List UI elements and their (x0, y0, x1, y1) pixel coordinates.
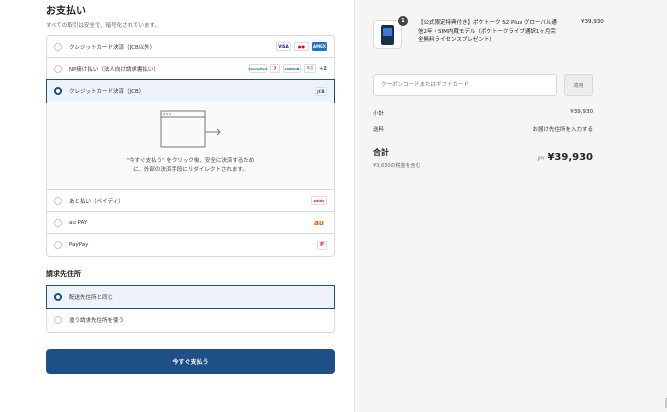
card-logos: JCB (315, 86, 327, 96)
radio-button[interactable] (54, 42, 62, 51)
subtotal-label: 小計 (373, 111, 385, 117)
total-amount: JPY ¥39,930 (515, 145, 593, 164)
payment-option-label: クレジットカード決済（JCB以外） (69, 44, 156, 51)
payment-option-label: au PAY (69, 219, 88, 226)
paidy-logos: paidy (311, 196, 327, 205)
billing-address-options: 配送先住所と同じ 違う請求先住所を使う (46, 285, 335, 333)
visa-logo: VISA (276, 42, 291, 51)
total-label: 合計 (373, 148, 389, 157)
shipping-line: 送料 お届け先住所を入力する (373, 125, 593, 133)
payment-option-credit-card[interactable]: クレジットカード決済（JCB以外） VISA ●● AMEX (47, 36, 334, 58)
radio-button[interactable] (54, 316, 62, 324)
billing-option-different-address[interactable]: 違う請求先住所を使う (47, 308, 334, 332)
radio-button[interactable] (54, 196, 62, 205)
seven-eleven-logo: 7 (270, 64, 280, 73)
shipping-label: 送料 (373, 127, 385, 133)
radio-button[interactable] (54, 218, 62, 227)
payment-option-au-pay[interactable]: au PAY au (47, 212, 334, 234)
radio-button[interactable] (54, 241, 62, 249)
payment-option-paidy[interactable]: あと払い（ペイディ） paidy (47, 190, 334, 212)
subtotal-value: ¥39,930 (570, 109, 593, 115)
jcb-logo: JCB (315, 86, 327, 96)
redirect-text-line: に、外部の決済手段にリダイレクトされます。 (133, 167, 248, 173)
billing-option-label: 違う請求先住所を使う (69, 318, 125, 324)
mastercard-logo: ●● (294, 42, 309, 51)
payment-section: お支払い すべての取引は安全で、暗号化されています。 クレジットカード決済（JC… (46, 0, 335, 374)
order-summary: 1 【公式限定特典付き】ポケトーク S2 Plus グローバル通信2年・SIM内… (354, 0, 667, 412)
product-thumbnail (373, 20, 402, 49)
coupon-code-input[interactable] (373, 74, 557, 96)
payment-subtitle: すべての取引は安全で、暗号化されています。 (46, 23, 160, 29)
paypay-logos: P (317, 240, 327, 250)
card-logos: VISA ●● AMEX (276, 42, 327, 51)
lawson-logo: LAWSON (283, 64, 301, 73)
au-logo: au (314, 218, 324, 227)
radio-button-selected[interactable] (54, 293, 62, 301)
payment-methods-list: クレジットカード決済（JCB以外） VISA ●● AMEX NP掛け払い（法人… (46, 35, 335, 257)
pay-now-button[interactable]: 今すぐ支払う (46, 349, 335, 374)
subtotal-line: 小計 ¥39,930 (373, 109, 593, 117)
total-value: ¥39,930 (547, 152, 593, 163)
currency-code: JPY (537, 157, 545, 162)
redirect-browser-icon (160, 110, 221, 148)
amex-logo: AMEX (312, 42, 327, 51)
payment-option-label: あと払い（ペイディ） (69, 198, 124, 205)
cart-item: 1 【公式限定特典付き】ポケトーク S2 Plus グローバル通信2年・SIM内… (373, 16, 653, 67)
ministop-logo: ミニ (304, 64, 316, 73)
payment-title: お支払い (46, 6, 86, 17)
convenience-store-logos: FamilyMart 7 LAWSON ミニ +2 (249, 64, 327, 73)
familymart-logo: FamilyMart (249, 64, 267, 73)
radio-button[interactable] (54, 64, 62, 73)
payment-option-label: NP掛け払い（法人向け請求書払い） (69, 66, 159, 73)
payment-option-label: PayPay (69, 242, 89, 248)
billing-title: 請求先住所 (46, 270, 81, 278)
payment-option-paypay[interactable]: PayPay P (47, 234, 334, 256)
billing-option-label: 配送先住所と同じ (69, 295, 114, 301)
redirect-notice: "今すぐ支払う" をクリック後、安全に決済するため に、外部の決済手段にリダイレ… (47, 102, 334, 190)
apply-coupon-button[interactable]: 適用 (564, 74, 593, 96)
paidy-logo: paidy (311, 196, 327, 205)
redirect-text-line: "今すぐ支払う" をクリック後、安全に決済するため (126, 158, 255, 164)
product-price: ¥39,930 (581, 19, 604, 25)
redirect-text: "今すぐ支払う" をクリック後、安全に決済するため に、外部の決済手段にリダイレ… (47, 157, 334, 175)
paypay-logo: P (317, 240, 327, 250)
payment-option-np-invoice[interactable]: NP掛け払い（法人向け請求書払い） FamilyMart 7 LAWSON ミニ… (47, 58, 334, 80)
pocketalk-device-image (381, 24, 394, 45)
payment-option-label: クレジットカード決済（JCB） (69, 89, 145, 95)
payment-option-jcb[interactable]: クレジットカード決済（JCB） JCB (46, 79, 335, 103)
tax-note: ¥3,630の税金を含む (373, 163, 421, 169)
product-name: 【公式限定特典付き】ポケトーク S2 Plus グローバル通信2年・SIM内蔵モ… (418, 20, 557, 43)
billing-option-same-as-shipping[interactable]: 配送先住所と同じ (46, 285, 335, 309)
more-logos-count: +2 (319, 65, 327, 72)
radio-button-selected[interactable] (54, 87, 62, 95)
shipping-value: お届け先住所を入力する (532, 127, 593, 133)
quantity-badge: 1 (398, 16, 408, 26)
au-pay-logos: au (311, 218, 327, 227)
